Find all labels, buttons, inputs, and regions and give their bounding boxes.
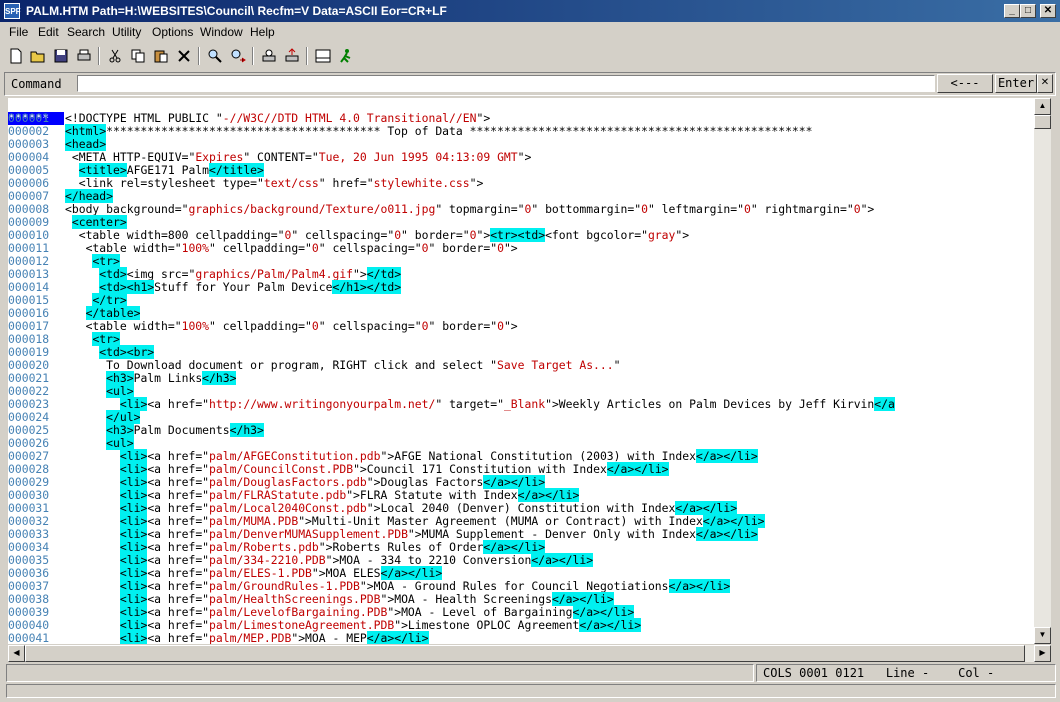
status-col: Col - bbox=[958, 666, 995, 680]
enter-button[interactable]: Enter bbox=[995, 74, 1037, 93]
editor-line[interactable]: 000014 <td><h1>Stuff for Your Palm Devic… bbox=[8, 280, 1034, 294]
editor-line[interactable]: 000025 <h3>Palm Documents</h3> bbox=[8, 423, 1034, 437]
back-button[interactable]: <--- bbox=[937, 74, 993, 93]
menu-help[interactable]: Help bbox=[250, 25, 275, 39]
line-text[interactable]: <table width="100%" cellpadding="0" cell… bbox=[65, 242, 518, 255]
status-position: COLS 0001 0121 Line - Col - bbox=[756, 664, 1056, 682]
open-folder-icon[interactable] bbox=[28, 46, 48, 66]
toolbar-separator bbox=[98, 47, 100, 65]
command-label: Command bbox=[11, 77, 62, 91]
editor-line[interactable]: 000001 <!DOCTYPE HTML PUBLIC "-//W3C//DTD… bbox=[8, 112, 1034, 125]
scroll-down-button[interactable]: ▼ bbox=[1034, 627, 1051, 644]
toolbar-separator bbox=[306, 47, 308, 65]
export-icon[interactable] bbox=[282, 46, 302, 66]
menu-edit[interactable]: Edit bbox=[38, 25, 59, 39]
minimize-button[interactable]: _ bbox=[1004, 4, 1020, 18]
line-number[interactable]: 000041 bbox=[8, 632, 64, 645]
horizontal-scrollbar[interactable]: ◀ ▶ bbox=[8, 645, 1051, 662]
status-bar: COLS 0001 0121 Line - Col - bbox=[0, 662, 1060, 684]
toolbar-separator bbox=[198, 47, 200, 65]
cut-icon[interactable] bbox=[105, 46, 125, 66]
close-window-button[interactable]: ✕ bbox=[1040, 4, 1056, 18]
scroll-right-button[interactable]: ▶ bbox=[1034, 645, 1051, 662]
line-text[interactable]: <!DOCTYPE HTML PUBLIC "-//W3C//DTD HTML … bbox=[65, 112, 490, 125]
editor-line[interactable]: 000006 <link rel=stylesheet type="text/c… bbox=[8, 177, 1034, 190]
editor-line[interactable]: 000002 <html> bbox=[8, 124, 1034, 138]
new-file-icon[interactable] bbox=[6, 46, 26, 66]
editor-line[interactable]: 000008 <body background="graphics/backgro… bbox=[8, 203, 1034, 216]
print-preview-icon[interactable] bbox=[259, 46, 279, 66]
message-line bbox=[6, 684, 1056, 698]
spf-app-icon: SPF bbox=[4, 3, 21, 19]
command-bar: Command <--- Enter ✕ bbox=[4, 72, 1056, 96]
title-bar: SPF PALM.HTM Path=H:\WEBSITES\Council\ R… bbox=[0, 0, 1060, 22]
command-input[interactable] bbox=[77, 75, 935, 92]
editor-line[interactable]: 000018 <tr> bbox=[8, 332, 1034, 346]
vertical-scrollbar[interactable]: ▲ ▼ bbox=[1034, 98, 1051, 644]
close-command-button[interactable]: ✕ bbox=[1037, 74, 1053, 93]
scroll-up-button[interactable]: ▲ bbox=[1034, 98, 1051, 115]
editor-line[interactable]: 000023 <li><a href="http://www.writingon… bbox=[8, 397, 1034, 411]
line-text[interactable]: <body background="graphics/background/Te… bbox=[65, 203, 874, 216]
menu-window[interactable]: Window bbox=[200, 25, 243, 39]
print-icon[interactable] bbox=[74, 46, 94, 66]
menu-options[interactable]: Options bbox=[152, 25, 193, 39]
editor-area[interactable]: ****** *********************************… bbox=[8, 98, 1034, 644]
scroll-left-button[interactable]: ◀ bbox=[8, 645, 25, 662]
window-title: PALM.HTM Path=H:\WEBSITES\Council\ Recfm… bbox=[26, 4, 447, 18]
copy-icon[interactable] bbox=[128, 46, 148, 66]
toolbar-separator bbox=[252, 47, 254, 65]
maximize-button[interactable]: □ bbox=[1020, 4, 1036, 18]
horizontal-scroll-thumb[interactable] bbox=[25, 645, 1025, 662]
editor-line[interactable]: 000041 <li><a href="palm/MEP.PDB">MOA - … bbox=[8, 631, 1034, 645]
find-icon[interactable] bbox=[205, 46, 225, 66]
line-text[interactable]: <table width="100%" cellpadding="0" cell… bbox=[65, 320, 518, 333]
ascii-table-icon[interactable] bbox=[313, 46, 333, 66]
menu-file[interactable]: File bbox=[9, 25, 28, 39]
editor-line[interactable]: 000015 </tr> bbox=[8, 293, 1034, 307]
toolbar bbox=[0, 44, 1060, 70]
delete-icon[interactable] bbox=[174, 46, 194, 66]
save-icon[interactable] bbox=[51, 46, 71, 66]
menu-utility[interactable]: Utility bbox=[112, 25, 141, 39]
editor-line[interactable]: 000017 <table width="100%" cellpadding="… bbox=[8, 320, 1034, 333]
menu-bar: File Edit Search Utility Options Window … bbox=[0, 22, 1060, 42]
line-text[interactable]: <li><a href="http://www.writingonyourpal… bbox=[65, 397, 895, 411]
paste-icon[interactable] bbox=[151, 46, 171, 66]
line-text[interactable]: <link rel=stylesheet type="text/css" hre… bbox=[65, 177, 484, 190]
status-cols: COLS 0001 0121 bbox=[763, 666, 865, 680]
replace-icon[interactable] bbox=[228, 46, 248, 66]
run-icon[interactable] bbox=[336, 46, 356, 66]
status-message bbox=[6, 664, 754, 682]
status-line: Line - bbox=[885, 666, 930, 680]
line-text[interactable]: <li><a href="palm/MEP.PDB">MOA - MEP</a>… bbox=[65, 631, 429, 644]
editor-line[interactable]: 000021 <h3>Palm Links</h3> bbox=[8, 371, 1034, 385]
vertical-scroll-thumb[interactable] bbox=[1034, 115, 1051, 129]
editor-line[interactable]: 000011 <table width="100%" cellpadding="… bbox=[8, 242, 1034, 255]
menu-search[interactable]: Search bbox=[67, 25, 105, 39]
